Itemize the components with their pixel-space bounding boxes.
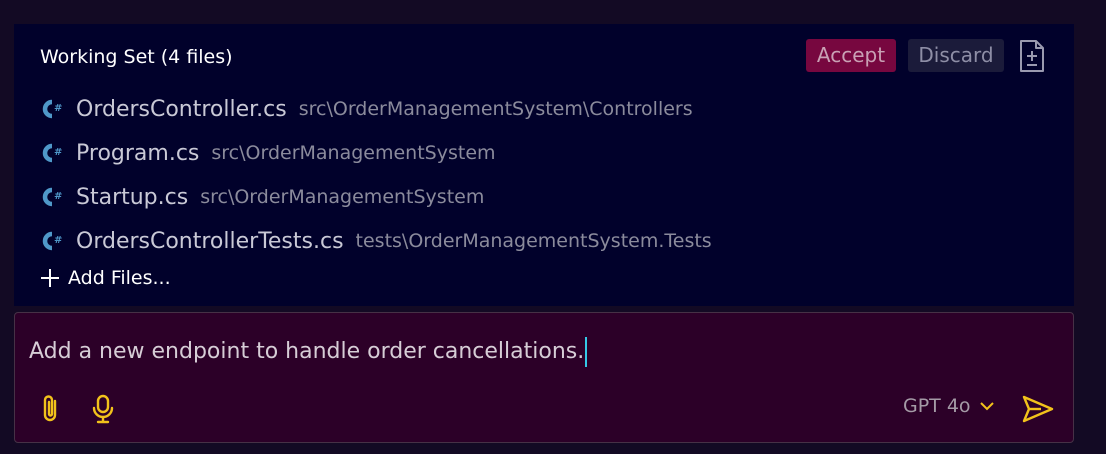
paperclip-icon[interactable] (37, 393, 65, 425)
text-caret (585, 337, 588, 367)
svg-text:#: # (54, 235, 62, 246)
file-path: src\OrderManagementSystem (211, 142, 496, 164)
file-name: Startup.cs (76, 184, 189, 210)
send-icon[interactable] (1021, 393, 1055, 425)
document-diff-icon[interactable] (1017, 39, 1047, 73)
file-path: src\OrderManagementSystem (200, 186, 485, 208)
model-name: GPT 4o (903, 395, 971, 417)
file-path: tests\OrderManagementSystem.Tests (355, 230, 712, 252)
chat-input[interactable]: Add a new endpoint to handle order cance… (29, 337, 588, 367)
chat-input-box: Add a new endpoint to handle order cance… (14, 312, 1074, 443)
file-row[interactable]: # Startup.cs src\OrderManagementSystem (40, 175, 712, 219)
file-row[interactable]: # OrdersController.cs src\OrderManagemen… (40, 87, 712, 131)
file-name: OrdersController.cs (76, 96, 287, 122)
svg-text:#: # (54, 147, 62, 158)
svg-text:#: # (54, 103, 62, 114)
svg-text:#: # (54, 191, 62, 202)
file-row[interactable]: # OrdersControllerTests.cs tests\OrderMa… (40, 219, 712, 263)
model-picker[interactable]: GPT 4o (903, 395, 995, 417)
accept-button[interactable]: Accept (806, 39, 896, 72)
file-list: # OrdersController.cs src\OrderManagemen… (40, 87, 712, 263)
add-files-button[interactable]: Add Files... (40, 267, 171, 289)
chat-input-text: Add a new endpoint to handle order cance… (29, 339, 585, 364)
add-files-label: Add Files... (68, 267, 171, 289)
file-name: Program.cs (76, 140, 200, 166)
csharp-icon: # (42, 143, 62, 163)
microphone-icon[interactable] (89, 393, 117, 425)
working-set-panel: Working Set (4 files) Accept Discard # O… (14, 24, 1074, 306)
working-set-title: Working Set (4 files) (40, 46, 233, 68)
plus-icon (41, 269, 59, 287)
file-path: src\OrderManagementSystem\Controllers (298, 98, 693, 120)
chevron-down-icon (979, 402, 994, 411)
file-name: OrdersControllerTests.cs (76, 228, 344, 254)
discard-button[interactable]: Discard (908, 39, 1004, 72)
csharp-icon: # (42, 231, 62, 251)
csharp-icon: # (42, 99, 62, 119)
csharp-icon: # (42, 187, 62, 207)
file-row[interactable]: # Program.cs src\OrderManagementSystem (40, 131, 712, 175)
